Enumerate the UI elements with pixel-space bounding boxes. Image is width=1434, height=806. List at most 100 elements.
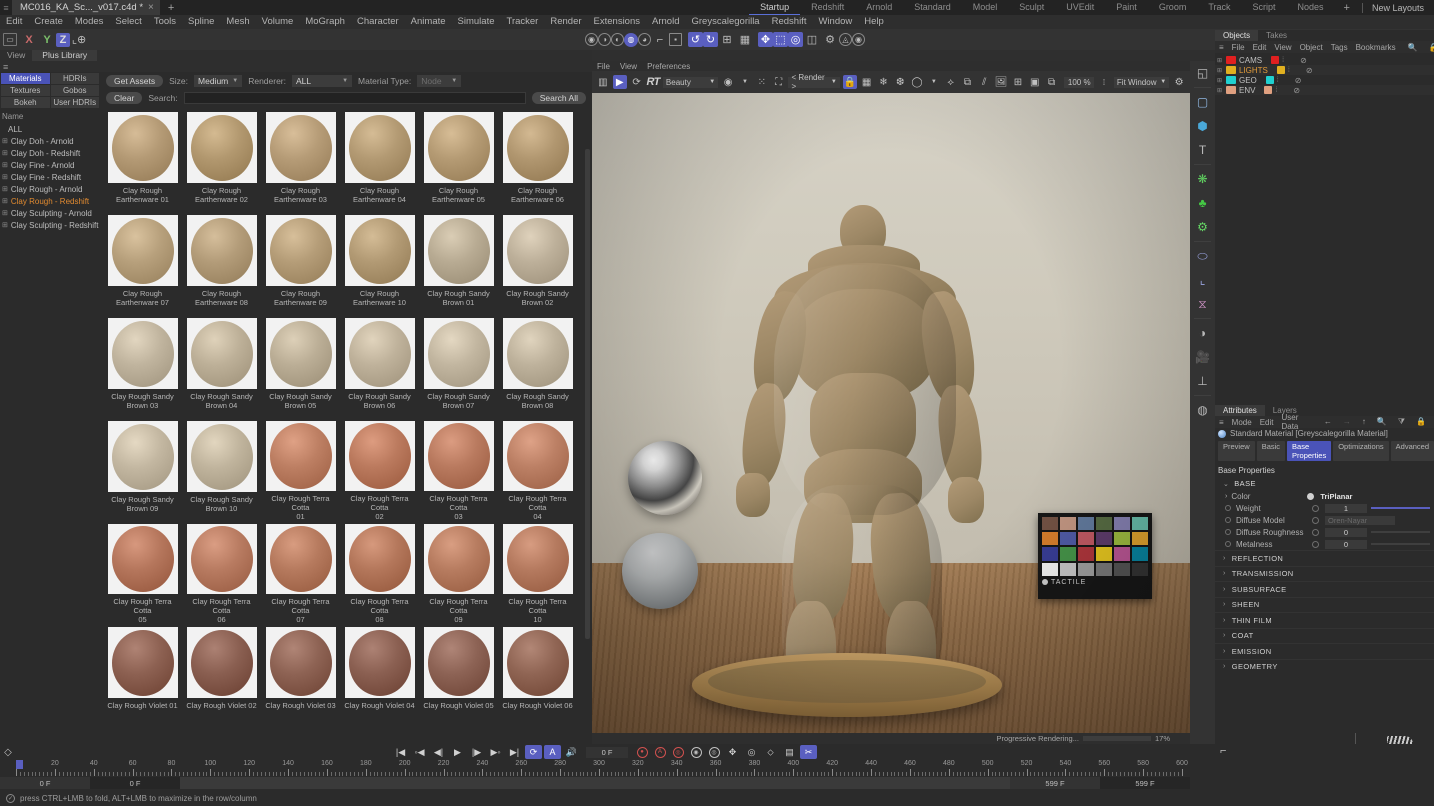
document-tab[interactable]: MC016_KA_Sc..._v017.c4d * × <box>12 0 160 15</box>
renderer-select[interactable]: ALL ▼ <box>292 74 353 87</box>
light-icon[interactable]: ◑ <box>1190 321 1215 345</box>
property-value-metalness[interactable]: 0 <box>1325 539 1367 549</box>
asset-cell[interactable]: Clay Rough Violet 02 <box>182 624 261 727</box>
asset-thumbnail[interactable] <box>265 215 336 286</box>
checker-bg-icon[interactable]: ▦ <box>860 75 874 89</box>
axis-z-toggle[interactable]: Z <box>56 32 70 47</box>
attributes-hamburger-icon[interactable]: ≡ <box>1215 418 1228 427</box>
asset-thumbnail[interactable] <box>265 112 336 183</box>
diffuse-model-anim-dot-icon[interactable] <box>1225 517 1231 523</box>
go-to-start-button[interactable]: |◀ <box>392 745 409 759</box>
tree-item-clay-sculpting-arnold[interactable]: ⊞ Clay Sculpting - Arnold <box>0 207 100 219</box>
visibility-dots-icon[interactable]: ⁞ <box>1282 57 1284 64</box>
no-entry-icon[interactable]: ⊘ <box>1306 66 1313 75</box>
asset-thumbnail[interactable] <box>107 524 178 594</box>
asset-cell[interactable]: Clay Rough Terra Cotta 05 <box>103 521 182 624</box>
layout-tab-track[interactable]: Track <box>1197 0 1241 15</box>
rv-menu-file[interactable]: File <box>592 62 615 71</box>
no-entry-icon[interactable]: ⊘ <box>1295 76 1302 85</box>
collapsed-section-emission[interactable]: › EMISSION <box>1215 643 1434 659</box>
menu-mograph[interactable]: MoGraph <box>299 15 351 29</box>
diffuse-model-link-dot-icon[interactable] <box>1312 516 1319 524</box>
image-history-icon[interactable]: ▣ <box>1028 75 1042 89</box>
expand-icon[interactable]: ⊞ <box>1217 87 1223 94</box>
chevron-right-icon[interactable]: › <box>1225 493 1227 500</box>
asset-cell[interactable]: Clay Rough Earthenware 02 <box>182 109 261 212</box>
render-region-icon[interactable]: ◑ <box>598 33 611 46</box>
coordinate-icon[interactable]: ⌞ <box>1190 268 1215 292</box>
asset-cell[interactable]: Clay Rough Terra Cotta 07 <box>261 521 340 624</box>
expand-icon[interactable]: ⊞ <box>2 149 8 157</box>
dynamics-icon[interactable]: ⧖ <box>1190 292 1215 316</box>
asset-thumbnail[interactable] <box>502 215 573 286</box>
asset-thumbnail[interactable] <box>423 318 494 389</box>
collapsed-section-geometry[interactable]: › GEOMETRY <box>1215 658 1434 675</box>
tree-item-clay-sculpting-redshift[interactable]: ⊞ Clay Sculpting - Redshift <box>0 219 100 231</box>
search-input[interactable] <box>183 91 526 104</box>
menu-window[interactable]: Window <box>812 15 858 29</box>
layout-corner-icon[interactable]: ⌐ <box>651 30 669 49</box>
param-key-icon[interactable]: ✥ <box>724 745 741 759</box>
undo-action-icon[interactable]: ↺ <box>688 32 703 47</box>
tab-attributes[interactable]: Attributes <box>1215 405 1265 416</box>
library-view-menu[interactable]: View <box>0 50 32 61</box>
menu-animate[interactable]: Animate <box>405 15 452 29</box>
prop-tab-base-properties[interactable]: Base Properties <box>1287 441 1332 461</box>
asset-cell[interactable]: Clay Rough Earthenware 10 <box>340 212 419 315</box>
new-document-icon[interactable]: + <box>160 2 182 14</box>
tab-takes[interactable]: Takes <box>1258 30 1295 41</box>
prop-tab-advanced[interactable]: Advanced <box>1390 441 1434 461</box>
asset-cell[interactable]: Clay Rough Sandy Brown 03 <box>103 315 182 418</box>
menu-arnold[interactable]: Arnold <box>646 15 685 29</box>
lock-icon[interactable]: 🔒 <box>842 75 857 89</box>
expand-icon[interactable]: ⊞ <box>2 209 8 217</box>
object-tag[interactable] <box>1265 76 1274 84</box>
rgb-channel-icon[interactable]: ◉ <box>721 75 735 89</box>
go-to-end-button[interactable]: ▶| <box>506 745 523 759</box>
tree-item-clay-fine-arnold[interactable]: ⊞ Clay Fine - Arnold <box>0 159 100 171</box>
menu-greyscalegorilla[interactable]: Greyscalegorilla <box>685 15 765 29</box>
menu-create[interactable]: Create <box>28 15 69 29</box>
mograph-icon[interactable]: ❋ <box>1190 167 1215 191</box>
circle-icon[interactable]: ◯ <box>910 75 924 89</box>
object-tag[interactable] <box>1276 66 1285 74</box>
asset-cell[interactable]: Clay Rough Sandy Brown 05 <box>261 315 340 418</box>
object-row[interactable]: ⊞ GEO ⁞ ⊘ <box>1215 75 1434 85</box>
asset-thumbnail[interactable] <box>186 421 257 492</box>
loop-playback-button[interactable]: ⟳ <box>525 745 542 759</box>
autokey-button[interactable]: A <box>544 745 561 759</box>
viewport-cube-icon[interactable]: ◱ <box>1190 61 1215 85</box>
asset-cell[interactable]: Clay Rough Terra Cotta 06 <box>182 521 261 624</box>
category-tab-materials[interactable]: Materials <box>1 73 50 84</box>
floor-icon[interactable]: ⊥ <box>1190 369 1215 393</box>
category-tab-user-hdris[interactable]: User HDRIs <box>50 97 99 108</box>
objects-hamburger-icon[interactable]: ≡ <box>1215 43 1228 52</box>
axis-y-toggle[interactable]: Y <box>38 30 56 49</box>
chevron-down-icon[interactable]: ▼ <box>738 75 752 89</box>
objects-menu-file[interactable]: File <box>1228 43 1249 52</box>
menu-select[interactable]: Select <box>109 15 147 29</box>
diagonal-icon[interactable]: ⫽ <box>977 75 991 89</box>
asset-cell[interactable]: Clay Rough Terra Cotta 08 <box>340 521 419 624</box>
range-start-alt-field[interactable]: 0 F <box>90 777 180 789</box>
asset-cell[interactable]: Clay Rough Violet 01 <box>103 624 182 727</box>
metalness-anim-dot-icon[interactable] <box>1225 541 1231 547</box>
close-icon[interactable]: × <box>148 2 154 13</box>
layout-tab-redshift[interactable]: Redshift <box>800 0 855 15</box>
tab-objects[interactable]: Objects <box>1215 30 1259 41</box>
layout-tab-uvedit[interactable]: UVEdit <box>1055 0 1105 15</box>
asset-thumbnail[interactable] <box>186 112 257 183</box>
tree-item-clay-rough-arnold[interactable]: ⊞ Clay Rough - Arnold <box>0 183 100 195</box>
timeline-expand-icon[interactable]: ⌐ <box>1220 745 1234 759</box>
range-start-field[interactable]: 0 F <box>0 777 90 789</box>
redo-action-icon[interactable]: ↻ <box>703 32 718 47</box>
asset-cell[interactable]: Clay Rough Terra Cotta 10 <box>498 521 577 624</box>
world-axis-icon[interactable]: ⌞⊕ <box>70 30 88 49</box>
attributes-menu-mode[interactable]: Mode <box>1228 418 1256 427</box>
layout-tab-sculpt[interactable]: Sculpt <box>1008 0 1055 15</box>
asset-thumbnail[interactable] <box>423 421 494 491</box>
objects-menu-tags[interactable]: Tags <box>1327 43 1352 52</box>
asset-thumbnail[interactable] <box>344 112 415 183</box>
menu-tracker[interactable]: Tracker <box>501 15 545 29</box>
object-tag[interactable] <box>1271 56 1280 64</box>
